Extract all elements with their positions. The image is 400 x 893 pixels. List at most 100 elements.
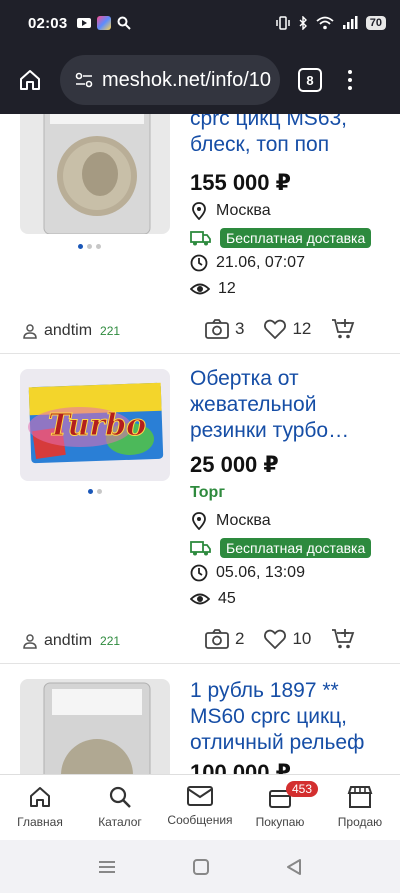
listing-image[interactable] <box>20 114 170 234</box>
listing-date-row: 21.06, 07:07 <box>190 254 305 272</box>
bluetooth-icon <box>299 16 307 30</box>
browser-toolbar: meshok.net/info/10 8 <box>0 46 400 114</box>
status-time: 02:03 <box>28 14 68 32</box>
view-count: 12 <box>218 280 236 297</box>
clock-icon <box>190 254 208 272</box>
system-home-icon[interactable] <box>192 858 210 876</box>
heart-icon <box>264 629 287 649</box>
listing-card[interactable]: Turbo Обертка от жевательной резинки тур… <box>0 354 400 664</box>
delivery-row: Бесплатная доставка <box>190 538 372 558</box>
youtube-icon <box>77 18 92 28</box>
vibrate-icon <box>276 16 290 30</box>
nav-selling[interactable]: Продаю <box>320 775 400 840</box>
app-notification-icon <box>97 16 112 30</box>
listing-title[interactable]: 1 рубль 1897 ** MS60 cprc цикц, отличный… <box>190 678 390 756</box>
add-to-cart-icon[interactable] <box>331 628 355 650</box>
eye-icon <box>190 283 210 295</box>
search-icon <box>117 16 132 30</box>
nav-catalog[interactable]: Каталог <box>80 775 160 840</box>
mail-icon <box>187 786 213 806</box>
listing-card[interactable]: 1 рубль 1897 ** MS60 cprc цикц, отличный… <box>0 664 400 774</box>
listing-date-row: 05.06, 13:09 <box>190 564 305 582</box>
heart-icon <box>264 319 287 339</box>
city-label: Москва <box>216 512 271 529</box>
favorite-button[interactable]: 10 <box>264 629 311 649</box>
seller-name[interactable]: andtim <box>44 632 92 650</box>
camera-icon <box>205 319 229 339</box>
listing-title[interactable]: cprc цикц MS63, блеск, топ поп <box>190 114 390 158</box>
delivery-row: Бесплатная доставка <box>190 228 372 248</box>
free-delivery-badge: Бесплатная доставка <box>220 228 372 248</box>
back-icon[interactable] <box>285 858 303 876</box>
home-icon <box>20 70 40 90</box>
listing-date: 21.06, 07:07 <box>216 254 305 271</box>
seller-rating: 221 <box>100 324 121 338</box>
add-to-cart-icon[interactable] <box>331 318 355 340</box>
browser-home-button[interactable] <box>0 46 60 114</box>
status-bar: 02:03 70 <box>0 0 400 46</box>
image-pager-dots <box>88 489 102 494</box>
system-navigation-bar <box>0 840 400 893</box>
user-icon <box>23 634 37 649</box>
wifi-icon <box>316 16 334 30</box>
listing-price: 155 000 ₽ <box>190 170 291 195</box>
seller-link[interactable]: andtim 221 <box>22 632 120 650</box>
home-icon <box>30 787 50 807</box>
search-icon <box>109 786 131 808</box>
clock-icon <box>190 564 208 582</box>
nav-home[interactable]: Главная <box>0 775 80 840</box>
city-label: Москва <box>216 202 271 219</box>
site-settings-icon[interactable] <box>74 70 94 90</box>
photos-button[interactable]: 2 <box>205 629 244 649</box>
favorite-button[interactable]: 12 <box>264 319 311 339</box>
browser-menu-button[interactable] <box>348 70 352 90</box>
listing-image[interactable]: Turbo <box>20 369 170 481</box>
nav-buying-label: Покупаю <box>255 815 305 829</box>
nav-selling-label: Продаю <box>337 815 383 829</box>
nav-buying[interactable]: 453 Покупаю <box>240 775 320 840</box>
listing-card[interactable]: cprc цикц MS63, блеск, топ поп 155 000 ₽… <box>0 114 400 354</box>
truck-icon <box>190 541 211 556</box>
like-count: 10 <box>292 629 312 648</box>
url-text: meshok.net/info/10 <box>102 68 271 91</box>
photo-count: 3 <box>235 319 245 338</box>
battery-indicator: 70 <box>365 16 386 30</box>
like-count: 12 <box>292 319 312 338</box>
seller-link[interactable]: andtim 221 <box>22 322 120 340</box>
listing-location: Москва <box>190 512 271 530</box>
image-pager-dots <box>78 244 101 249</box>
nav-home-label: Главная <box>17 815 63 829</box>
nav-messages[interactable]: Сообщения <box>160 775 240 840</box>
listing-actions: 2 10 <box>205 628 355 650</box>
address-bar[interactable]: meshok.net/info/10 <box>60 55 280 105</box>
photo-count: 2 <box>235 629 245 648</box>
listing-views-row: 45 <box>190 590 236 608</box>
store-icon <box>347 786 373 808</box>
listing-title[interactable]: Обертка от жевательной резинки турбо… <box>190 366 390 444</box>
wrapper-brand-text: Turbo <box>48 408 146 443</box>
photos-button[interactable]: 3 <box>205 319 244 339</box>
eye-icon <box>190 593 210 605</box>
nav-messages-label: Сообщения <box>167 813 233 827</box>
user-icon <box>23 324 37 339</box>
location-pin-icon <box>192 202 206 220</box>
negotiable-label: Торг <box>190 484 225 501</box>
tab-switcher-button[interactable]: 8 <box>298 68 322 92</box>
camera-icon <box>205 629 229 649</box>
buying-count-badge: 453 <box>286 781 319 797</box>
recent-apps-icon[interactable] <box>97 859 117 875</box>
nav-catalog-label: Каталог <box>98 815 142 829</box>
view-count: 45 <box>218 590 236 607</box>
listing-image[interactable] <box>20 679 170 774</box>
listing-views-row: 12 <box>190 280 236 298</box>
listing-date: 05.06, 13:09 <box>216 564 305 581</box>
bottom-navigation: Главная Каталог Сообщения 453 Покупаю Пр… <box>0 774 400 840</box>
listing-price: 25 000 ₽ <box>190 452 279 477</box>
listing-feed[interactable]: cprc цикц MS63, блеск, топ поп 155 000 ₽… <box>0 114 400 774</box>
listing-price: 100 000 ₽ <box>190 760 291 774</box>
listing-actions: 3 12 <box>205 318 355 340</box>
truck-icon <box>190 231 211 246</box>
listing-location: Москва <box>190 202 271 220</box>
location-pin-icon <box>192 512 206 530</box>
seller-name[interactable]: andtim <box>44 322 92 340</box>
